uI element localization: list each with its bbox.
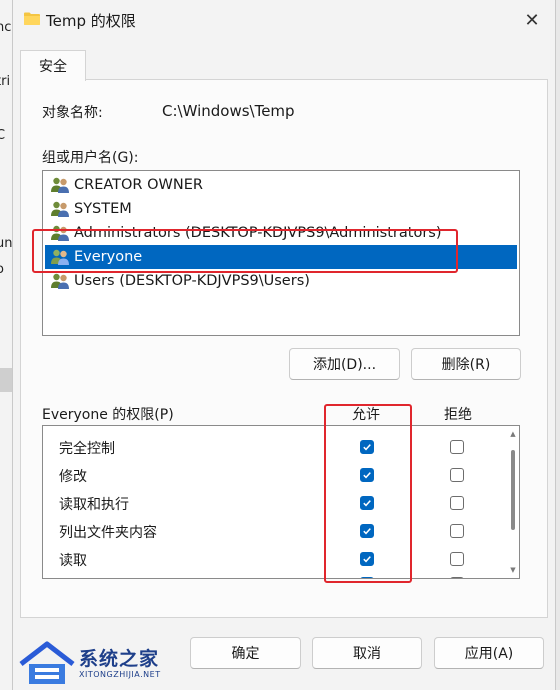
permissions-list[interactable]: 完全控制 修改 读取和执行 列出文件夹内容 读取 ▲ ▼ [42,425,520,579]
permissions-label: Everyone 的权限(P) [42,407,174,423]
object-name-label: 对象名称: [42,105,103,121]
list-item-label: CREATOR OWNER [74,177,203,193]
list-item[interactable]: SYSTEM [45,197,517,221]
close-button[interactable]: ✕ [517,6,547,34]
apply-button[interactable]: 应用(A) [434,637,544,669]
object-name-value: C:\Windows\Temp [162,102,295,120]
background-text-fragment: C [0,128,5,143]
deny-checkbox[interactable] [450,524,464,538]
table-row: 读取和执行 [43,489,503,517]
users-icon [51,273,69,289]
table-row: 读取 [43,545,503,573]
remove-button-label: 删除(R) [441,357,491,373]
cancel-button-label: 取消 [353,646,381,662]
table-row [43,573,503,578]
ok-button-label: 确定 [231,646,260,662]
background-text-fragment: o [0,262,4,277]
scroll-down-arrow-icon[interactable]: ▼ [509,566,517,574]
close-icon: ✕ [524,9,540,31]
permission-name: 读取 [59,553,87,569]
permission-name: 完全控制 [59,441,115,457]
remove-button[interactable]: 删除(R) [411,348,521,380]
watermark-logo: 系统之家 XITONGZHIJIA.NET [13,632,173,690]
users-icon [51,177,69,193]
background-text-fragment: nc [0,20,12,35]
users-icon [51,201,69,217]
table-row: 修改 [43,461,503,489]
deny-checkbox[interactable] [450,468,464,482]
tab-security[interactable]: 安全 [20,50,86,81]
deny-checkbox[interactable] [450,440,464,454]
permissions-scrollbar[interactable]: ▲ ▼ [509,430,517,574]
permission-name: 列出文件夹内容 [59,525,157,541]
deny-checkbox[interactable] [450,577,464,578]
house-logo-icon [19,641,75,684]
background-text-fragment: un [0,236,13,251]
add-button[interactable]: 添加(D)... [289,348,400,380]
watermark-url: XITONGZHIJIA.NET [79,670,161,679]
table-row: 完全控制 [43,433,503,461]
background-text-fragment: tri [0,74,11,89]
groups-label: 组或用户名(G): [42,150,139,166]
list-item[interactable]: CREATOR OWNER [45,173,517,197]
folder-icon [23,11,41,30]
deny-checkbox[interactable] [450,496,464,510]
watermark-brand: 系统之家 [79,648,160,670]
scroll-thumb[interactable] [511,450,515,530]
highlight-annotation-everyone [32,229,458,273]
add-button-label: 添加(D)... [312,357,377,373]
permissions-dialog: Temp 的权限 ✕ 安全 对象名称: C:\Windows\Temp 组或用户… [12,0,556,690]
permission-name: 读取和执行 [59,497,129,513]
list-item-label: SYSTEM [74,201,132,217]
window-title: Temp 的权限 [46,12,136,30]
cancel-button[interactable]: 取消 [312,637,422,669]
tab-label: 安全 [39,59,67,75]
table-row: 列出文件夹内容 [43,517,503,545]
permission-name: 修改 [59,469,87,485]
ok-button[interactable]: 确定 [190,637,301,669]
apply-button-label: 应用(A) [464,646,514,662]
background-selection-strip [0,368,12,392]
title-bar[interactable]: Temp 的权限 ✕ [13,0,555,40]
scroll-up-arrow-icon[interactable]: ▲ [509,430,517,438]
highlight-annotation-allow-column [324,404,412,583]
deny-checkbox[interactable] [450,552,464,566]
list-item-label: Users (DESKTOP-KDJVPS9\Users) [74,273,310,289]
deny-column-header: 拒绝 [444,407,472,423]
